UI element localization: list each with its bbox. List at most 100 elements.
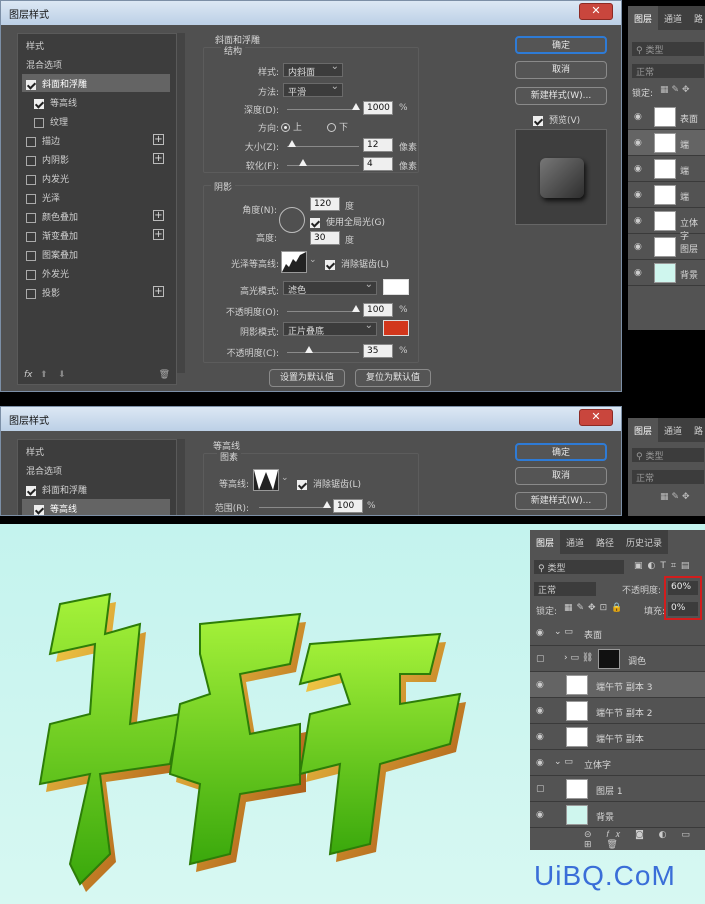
ok-button[interactable]: 确定	[515, 443, 607, 461]
gloss-contour-picker[interactable]	[281, 251, 307, 273]
eye-icon[interactable]: ◉	[536, 706, 544, 716]
angle-input[interactable]: 120	[310, 197, 340, 211]
angle-dial[interactable]	[279, 207, 305, 233]
layer-row[interactable]: ◉ 端午节 副本	[530, 724, 705, 750]
cancel-button[interactable]: 取消	[515, 467, 607, 485]
preview-checkbox[interactable]: 预览(V)	[533, 113, 580, 126]
trash-icon[interactable]: 🗑	[159, 370, 170, 380]
eye-icon[interactable]: ◉	[536, 680, 544, 690]
move-up-icon[interactable]: ⬆	[40, 370, 48, 380]
eye-icon[interactable]: ▢	[536, 784, 545, 794]
checkbox-icon[interactable]	[26, 288, 36, 299]
highlight-opacity-slider[interactable]	[287, 311, 359, 312]
fx-icon[interactable]: fx	[24, 370, 33, 380]
style-item[interactable]: 内发光	[22, 169, 170, 187]
make-default-button[interactable]: 设置为默认值	[269, 369, 345, 387]
layer-row[interactable]: ◉ 立体字	[628, 208, 705, 242]
altitude-input[interactable]: 30	[310, 231, 340, 245]
new-style-button[interactable]: 新建样式(W)...	[515, 492, 607, 510]
move-down-icon[interactable]: ⬇	[58, 370, 66, 380]
close-button[interactable]: ✕	[579, 409, 613, 426]
antialias-checkbox[interactable]: 消除锯齿(L)	[297, 477, 361, 490]
style-item[interactable]: 图案叠加	[22, 245, 170, 263]
global-light-checkbox[interactable]: 使用全局光(G)	[310, 215, 385, 228]
kind-filter[interactable]: ⚲ 类型	[632, 448, 704, 462]
blend-mode-select[interactable]: 正常	[632, 64, 704, 78]
highlight-color-swatch[interactable]	[383, 279, 409, 295]
cancel-button[interactable]: 取消	[515, 61, 607, 79]
highlight-opacity-thumb[interactable]	[352, 305, 360, 312]
checkbox-icon[interactable]	[26, 269, 36, 280]
new-style-button[interactable]: 新建样式(W)...	[515, 87, 607, 105]
style-item[interactable]: 斜面和浮雕	[22, 74, 170, 92]
add-icon[interactable]: +	[153, 153, 164, 164]
add-icon[interactable]: +	[153, 134, 164, 145]
style-select[interactable]: 内斜面	[283, 61, 343, 78]
layer-row[interactable]: ◉ 端	[628, 130, 705, 156]
blend-options-item[interactable]: 混合选项	[22, 461, 170, 479]
eye-icon[interactable]: ◉	[536, 758, 544, 768]
shadow-color-swatch[interactable]	[383, 320, 409, 336]
range-slider[interactable]	[259, 507, 331, 508]
layer-row[interactable]: ▢ › ▭ ⛓ 调色	[530, 646, 705, 672]
depth-thumb[interactable]	[352, 103, 360, 110]
soften-input[interactable]: 4	[363, 157, 393, 171]
shadow-opacity-input[interactable]: 35	[363, 344, 393, 358]
list-scrollbar[interactable]	[177, 33, 185, 373]
highlight-mode-select[interactable]: 滤色	[283, 279, 377, 296]
add-icon[interactable]: +	[153, 210, 164, 221]
layer-row[interactable]: ◉ 端午节 副本 2	[530, 698, 705, 724]
checkbox-icon[interactable]	[26, 136, 36, 147]
lock-icons[interactable]: ▦✎✥	[660, 85, 693, 95]
contour-dropdown-icon[interactable]: ⌄	[281, 473, 289, 483]
contour-picker[interactable]	[253, 469, 279, 491]
depth-input[interactable]: 1000	[363, 101, 393, 115]
soften-slider[interactable]	[287, 165, 359, 166]
tab[interactable]: 路径	[590, 530, 621, 554]
shadow-mode-select[interactable]: 正片叠底	[283, 320, 377, 337]
layer-row[interactable]: ◉ 背景	[628, 260, 705, 286]
checkbox-icon[interactable]	[26, 212, 36, 223]
soften-thumb[interactable]	[299, 159, 307, 166]
style-item[interactable]: 等高线	[22, 93, 170, 111]
tab[interactable]: 通道	[658, 6, 689, 30]
style-item[interactable]: 渐变叠加 +	[22, 226, 170, 244]
checkbox-icon[interactable]	[26, 79, 36, 90]
style-item-contour[interactable]: 等高线	[22, 499, 170, 515]
shadow-opacity-slider[interactable]	[287, 352, 359, 353]
size-slider[interactable]	[287, 146, 359, 147]
style-item[interactable]: 投影 +	[22, 283, 170, 301]
size-input[interactable]: 12	[363, 138, 393, 152]
direction-up-radio[interactable]: 上	[281, 120, 302, 133]
layer-row[interactable]: ◉ ⌄ ▭ 表面	[530, 620, 705, 646]
layer-row[interactable]: ◉ ⌄ ▭ 立体字	[530, 750, 705, 776]
eye-icon[interactable]: ▢	[536, 654, 545, 664]
layer-row[interactable]: ◉ 端	[628, 156, 705, 182]
shadow-opacity-thumb[interactable]	[305, 346, 313, 353]
checkbox-icon[interactable]	[26, 231, 36, 242]
checkbox-icon[interactable]	[26, 250, 36, 261]
tab[interactable]: 通道	[560, 530, 591, 554]
blend-mode-select[interactable]: 正常	[632, 470, 704, 484]
style-item-bevel[interactable]: 斜面和浮雕	[22, 480, 170, 498]
tab[interactable]: 图层	[628, 418, 659, 442]
blend-options-item[interactable]: 混合选项	[22, 55, 170, 73]
tab[interactable]: 图层	[628, 6, 659, 30]
filter-icons[interactable]: ▣◐T⌗▤	[634, 561, 694, 571]
checkbox-icon[interactable]	[34, 117, 44, 128]
blend-mode-select[interactable]: 正常	[534, 582, 596, 596]
eye-icon[interactable]: ◉	[536, 810, 544, 820]
eye-icon[interactable]: ◉	[634, 216, 642, 226]
checkbox-icon[interactable]	[26, 155, 36, 166]
eye-icon[interactable]: ◉	[634, 268, 642, 278]
layer-row[interactable]: ◉ 端	[628, 182, 705, 208]
eye-icon[interactable]: ◉	[634, 138, 642, 148]
layer-row[interactable]: ◉ 表面	[628, 104, 705, 130]
style-item[interactable]: 内阴影 +	[22, 150, 170, 168]
lock-icons[interactable]: ▦✎✥⊡🔒	[564, 603, 626, 613]
eye-icon[interactable]: ◉	[634, 112, 642, 122]
tab[interactable]: 图层	[530, 530, 561, 554]
range-thumb[interactable]	[323, 501, 331, 508]
eye-icon[interactable]: ◉	[634, 242, 642, 252]
layer-row[interactable]: ◉ 图层	[628, 234, 705, 260]
